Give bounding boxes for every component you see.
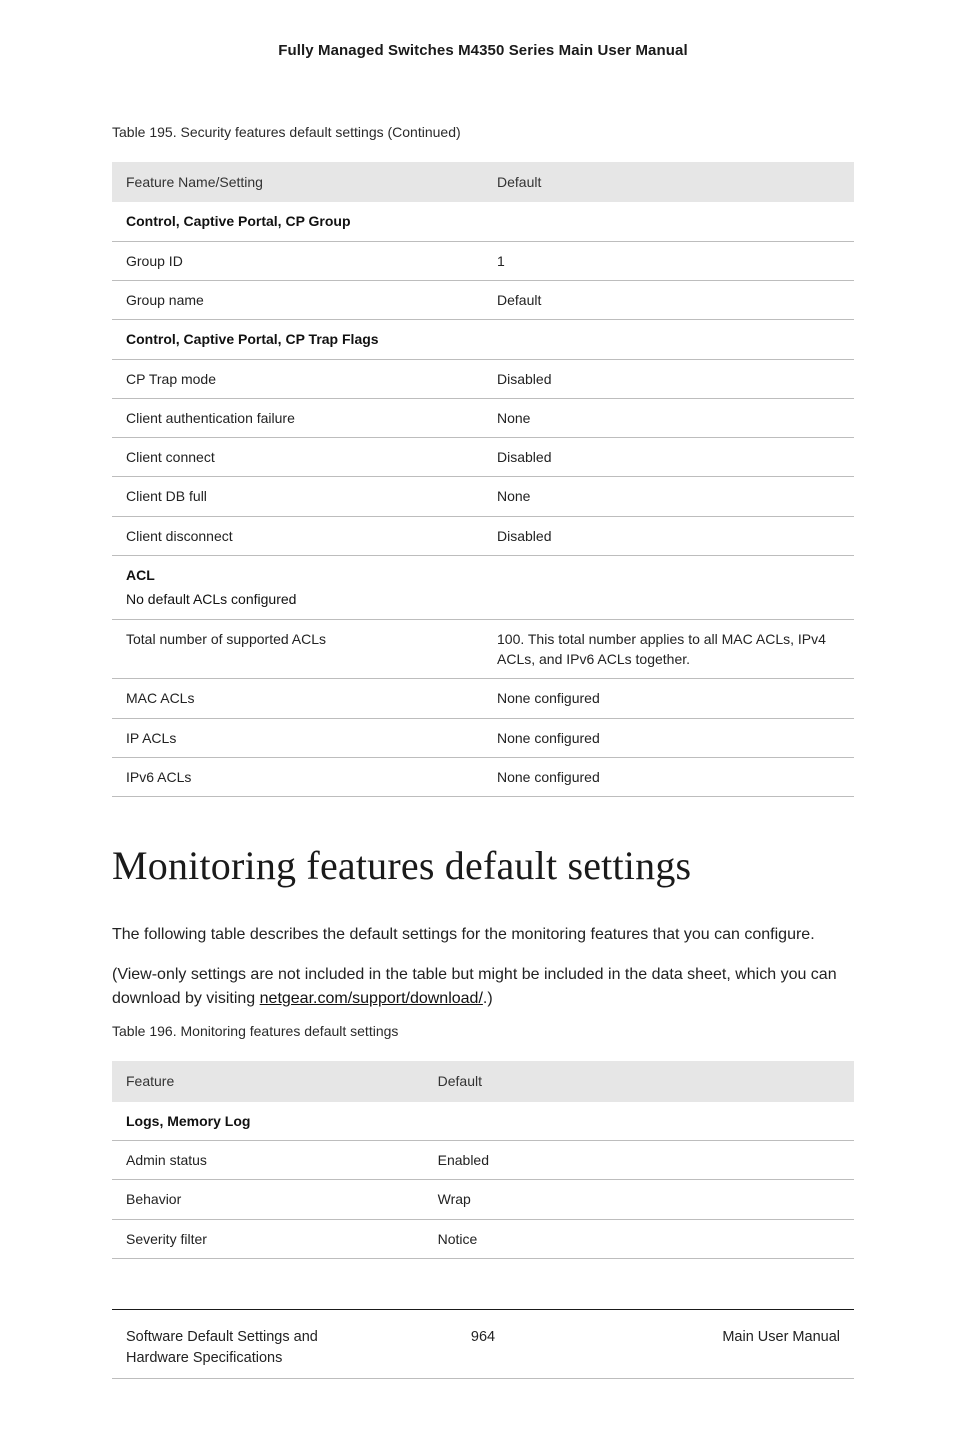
feature-name: Group ID [112,241,483,280]
feature-value: None configured [483,679,854,718]
feature-value: None [483,398,854,437]
footer-right: Main User Manual [557,1318,854,1379]
feature-name: Client authentication failure [112,398,483,437]
paragraph-text: .) [483,990,493,1007]
feature-name: MAC ACLs [112,679,483,718]
table-section-label: Control, Captive Portal, CP Group [112,202,854,241]
feature-name: Behavior [112,1180,424,1219]
table-row: IPv6 ACLsNone configured [112,757,854,796]
feature-name: Client DB full [112,477,483,516]
table-196-header-col1: Feature [112,1061,424,1101]
feature-name: IP ACLs [112,718,483,757]
table-row: BehaviorWrap [112,1180,854,1219]
feature-name: Group name [112,280,483,319]
page-footer: Software Default Settings and Hardware S… [112,1318,854,1379]
table-row: Severity filterNotice [112,1219,854,1258]
feature-value: Notice [424,1219,854,1258]
table-196-caption: Table 196. Monitoring features default s… [112,1021,854,1041]
feature-value: Disabled [483,516,854,555]
feature-value: None configured [483,718,854,757]
table-row: Client disconnectDisabled [112,516,854,555]
feature-value: Disabled [483,438,854,477]
footer-page-number: 964 [409,1318,557,1379]
table-row: Total number of supported ACLs100. This … [112,619,854,679]
document-header-title: Fully Managed Switches M4350 Series Main… [112,40,854,62]
section-sublabel-text: No default ACLs configured [126,589,840,609]
table-row: Control, Captive Portal, CP Group [112,202,854,241]
feature-name: CP Trap mode [112,359,483,398]
feature-name: Severity filter [112,1219,424,1258]
table-row: IP ACLsNone configured [112,718,854,757]
feature-value: None configured [483,757,854,796]
footer-left-line2: Hardware Specifications [126,1350,282,1366]
feature-value: None [483,477,854,516]
feature-value: 1 [483,241,854,280]
feature-name: Client connect [112,438,483,477]
footer-rule [112,1309,854,1310]
feature-name: IPv6 ACLs [112,757,483,796]
body-paragraph: (View-only settings are not included in … [112,963,854,1011]
feature-name: Client disconnect [112,516,483,555]
feature-name: Admin status [112,1140,424,1179]
table-195-header-col2: Default [483,162,854,202]
feature-value: Disabled [483,359,854,398]
table-row: Group ID1 [112,241,854,280]
table-row: CP Trap modeDisabled [112,359,854,398]
table-195-caption: Table 195. Security features default set… [112,122,854,142]
feature-value: Enabled [424,1140,854,1179]
table-row: Group nameDefault [112,280,854,319]
document-page: Fully Managed Switches M4350 Series Main… [0,0,954,1439]
table-row: Control, Captive Portal, CP Trap Flags [112,320,854,359]
download-link[interactable]: netgear.com/support/download/ [260,990,483,1007]
table-section-label: Logs, Memory Log [112,1102,854,1141]
feature-value: 100. This total number applies to all MA… [483,619,854,679]
table-row: ACL No default ACLs configured [112,556,854,620]
table-196: Feature Default Logs, Memory Log Admin s… [112,1061,854,1258]
table-row: Client connectDisabled [112,438,854,477]
footer-left-line1: Software Default Settings and [126,1329,318,1345]
section-heading: Monitoring features default settings [112,837,854,895]
table-row: Client DB fullNone [112,477,854,516]
feature-value: Default [483,280,854,319]
table-row: Admin statusEnabled [112,1140,854,1179]
table-row: Client authentication failureNone [112,398,854,437]
table-section-label: Control, Captive Portal, CP Trap Flags [112,320,854,359]
table-196-header-col2: Default [424,1061,854,1101]
feature-value: Wrap [424,1180,854,1219]
table-195: Feature Name/Setting Default Control, Ca… [112,162,854,797]
table-section-label: ACL No default ACLs configured [112,556,854,620]
footer-left: Software Default Settings and Hardware S… [112,1318,409,1379]
table-row: MAC ACLsNone configured [112,679,854,718]
table-row: Logs, Memory Log [112,1102,854,1141]
section-label-text: ACL [126,567,155,583]
body-paragraph: The following table describes the defaul… [112,923,854,947]
feature-name: Total number of supported ACLs [112,619,483,679]
table-195-header-col1: Feature Name/Setting [112,162,483,202]
